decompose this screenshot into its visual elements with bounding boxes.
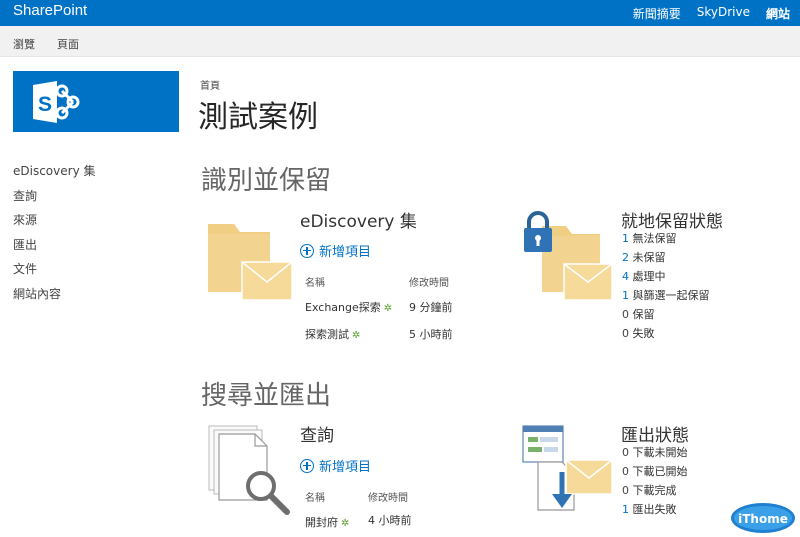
status-count: 0 (622, 484, 629, 497)
tile-title-inplace-hold-status: 就地保留狀態 (621, 212, 723, 232)
status-row: 4 處理中 (622, 268, 710, 287)
section-title-identify-hold: 識別並保留 (201, 166, 332, 196)
status-label: 無法保留 (632, 232, 677, 245)
inplace-hold-status-list: 1 無法保留 2 未保留 4 處理中 1 與篩選一起保留 0 保留 0 失敗 (622, 230, 710, 344)
status-row: 1 與篩選一起保留 (622, 287, 710, 306)
svg-text:iThome: iThome (738, 512, 788, 526)
section-title-search-export: 搜尋並匯出 (201, 381, 332, 411)
status-label: 下載完成 (632, 484, 677, 497)
nav-item-exports[interactable]: 匯出 (13, 236, 95, 261)
status-count: 0 (622, 446, 629, 459)
new-item-label: 新增項目 (319, 460, 372, 475)
status-count-link[interactable]: 1 (622, 289, 629, 302)
column-header-modified[interactable]: 修改時間 (409, 274, 449, 289)
ithome-watermark-logo: iThome (731, 503, 795, 533)
status-label: 匯出失敗 (632, 503, 677, 516)
item-modified-time: 4 小時前 (368, 514, 412, 527)
status-row: 1 無法保留 (622, 230, 710, 249)
item-name-link[interactable]: 開封府 (305, 516, 338, 529)
status-row: 0 下載未開始 (622, 444, 688, 463)
nav-item-queries[interactable]: 查詢 (13, 187, 95, 212)
status-label: 下載未開始 (632, 446, 688, 459)
new-item-icon: ✲ (352, 330, 361, 341)
status-count: 0 (622, 308, 629, 321)
add-circle-icon (300, 243, 314, 258)
page-title: 測試案例 (198, 100, 318, 135)
nav-item-site-contents[interactable]: 網站內容 (13, 285, 95, 310)
column-header-name[interactable]: 名稱 (305, 489, 325, 504)
folder-mail-icon (208, 224, 293, 301)
ribbon: 瀏覽 頁面 (0, 26, 800, 57)
suite-link-skydrive[interactable]: SkyDrive (697, 5, 750, 22)
new-item-link-ediscovery[interactable]: 新增項目 (300, 241, 371, 260)
status-row: 0 下載已開始 (622, 463, 688, 482)
item-name-link[interactable]: Exchange探索 (305, 301, 381, 314)
new-item-label: 新增項目 (319, 245, 372, 260)
breadcrumb[interactable]: 首頁 (200, 77, 220, 92)
hold-lock-folder-icon (524, 211, 612, 301)
sharepoint-brand-link[interactable]: SharePoint (13, 2, 87, 19)
table-row: Exchange探索 ✲ (305, 299, 392, 315)
suite-bar: SharePoint 新聞摘要 SkyDrive 網站 (0, 0, 800, 26)
tile-title-export-status: 匯出狀態 (621, 426, 689, 446)
suite-links: 新聞摘要 SkyDrive 網站 (633, 5, 790, 22)
column-header-name[interactable]: 名稱 (305, 274, 325, 289)
new-item-link-queries[interactable]: 新增項目 (300, 456, 371, 475)
status-label: 與篩選一起保留 (632, 289, 710, 302)
suite-link-sites[interactable]: 網站 (766, 5, 790, 22)
status-row: 0 保留 (622, 306, 710, 325)
svg-text:S: S (38, 93, 52, 116)
table-row: 探索測試 ✲ (305, 326, 360, 342)
item-modified-time: 5 小時前 (409, 328, 453, 341)
status-row: 1 匯出失敗 (622, 501, 688, 520)
status-count: 0 (622, 327, 629, 340)
suite-link-newsfeed[interactable]: 新聞摘要 (633, 5, 681, 22)
status-label: 保留 (632, 308, 655, 321)
status-row: 0 下載完成 (622, 482, 688, 501)
status-label: 處理中 (632, 270, 666, 283)
status-count: 0 (622, 465, 629, 478)
status-label: 未保留 (632, 251, 666, 264)
quick-launch: eDiscovery 集 查詢 來源 匯出 文件 網站內容 (13, 162, 95, 309)
add-circle-icon (300, 458, 314, 473)
new-item-icon: ✲ (341, 518, 350, 529)
tile-title-ediscovery-sets[interactable]: eDiscovery 集 (300, 207, 417, 232)
status-count-link[interactable]: 1 (622, 232, 629, 245)
column-header-modified[interactable]: 修改時間 (368, 489, 408, 504)
item-name-link[interactable]: 探索測試 (305, 328, 349, 341)
nav-item-sources[interactable]: 來源 (13, 211, 95, 236)
export-status-list: 0 下載未開始 0 下載已開始 0 下載完成 1 匯出失敗 (622, 444, 688, 520)
site-logo[interactable]: S (13, 71, 179, 132)
nav-item-ediscovery-sets[interactable]: eDiscovery 集 (13, 162, 95, 187)
status-count-link[interactable]: 2 (622, 251, 629, 264)
new-item-icon: ✲ (383, 303, 393, 314)
status-count-link[interactable]: 1 (622, 503, 629, 516)
status-row: 2 未保留 (622, 249, 710, 268)
status-label: 失敗 (632, 327, 655, 340)
nav-item-documents[interactable]: 文件 (13, 260, 95, 285)
sharepoint-logo-icon: S (33, 81, 80, 123)
status-label: 下載已開始 (632, 465, 688, 478)
tab-page[interactable]: 頁面 (57, 36, 79, 52)
item-modified-time: 9 分鐘前 (409, 301, 453, 314)
tab-browse[interactable]: 瀏覽 (13, 36, 35, 52)
query-search-document-icon (208, 425, 290, 515)
status-count-link[interactable]: 4 (622, 270, 629, 283)
table-row: 開封府 ✲ (305, 514, 349, 530)
status-row: 0 失敗 (622, 325, 710, 344)
export-download-icon (522, 425, 613, 511)
tile-title-queries[interactable]: 查詢 (300, 421, 334, 446)
